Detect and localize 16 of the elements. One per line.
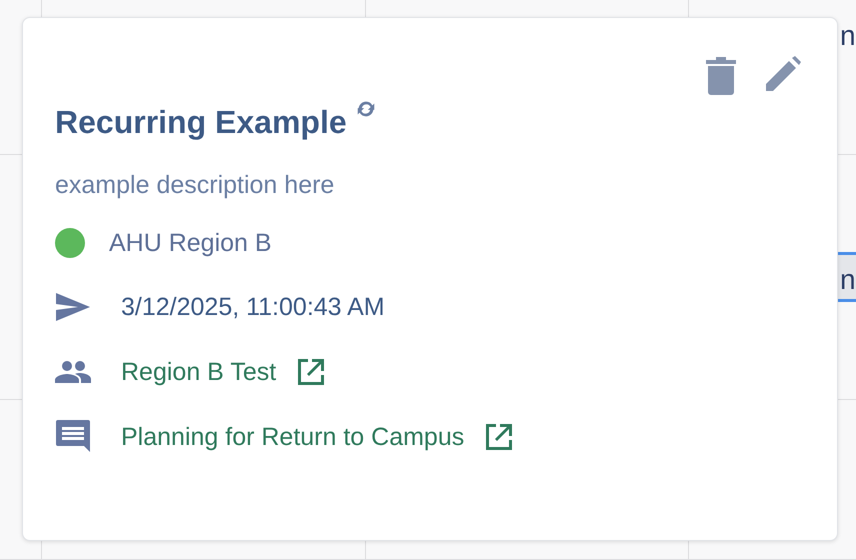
- pencil-icon: [765, 56, 801, 92]
- detail-link[interactable]: Planning for Return to Campus: [121, 422, 464, 452]
- trash-icon: [705, 56, 737, 96]
- external-link-icon[interactable]: [296, 357, 326, 387]
- delete-button[interactable]: [705, 56, 737, 96]
- people-icon: [55, 361, 91, 383]
- sent-date: 3/12/2025, 11:00:43 AM: [121, 292, 385, 322]
- event-text: n: [840, 20, 856, 52]
- comment-icon: [55, 420, 91, 454]
- detail-link[interactable]: Region B Test: [121, 358, 276, 386]
- calendar-event[interactable]: n: [838, 252, 856, 302]
- send-icon: [55, 293, 91, 321]
- event-description: example description here: [55, 171, 336, 200]
- event-title: Recurring Example: [55, 104, 347, 141]
- external-link-icon[interactable]: [484, 422, 514, 452]
- location-name: AHU Region B: [109, 228, 272, 258]
